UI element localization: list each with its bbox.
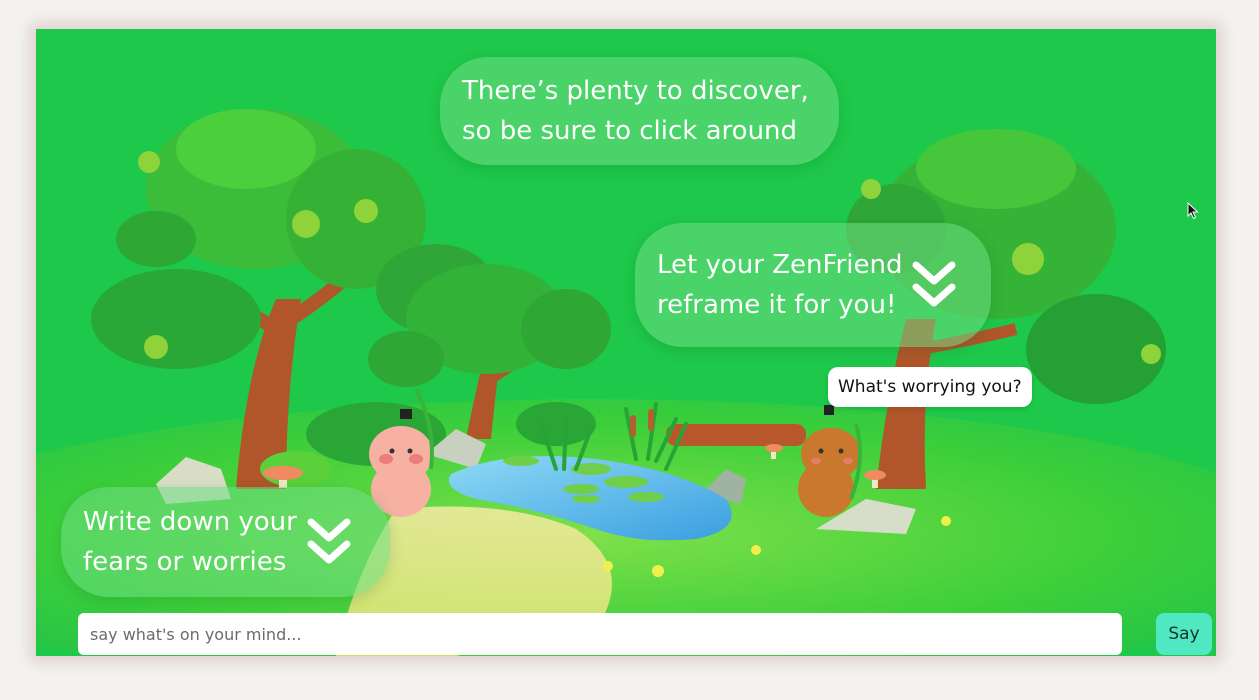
double-chevron-down-icon: [307, 518, 351, 564]
hint-text: reframe it for you!: [657, 290, 897, 320]
message-input[interactable]: [78, 613, 1122, 655]
app-window: There’s plenty to discover, so be sure t…: [36, 29, 1216, 656]
bush: [516, 402, 596, 446]
say-button[interactable]: Say: [1156, 613, 1212, 655]
hint-text: There’s plenty to discover,: [462, 76, 809, 106]
hint-bubble-reframe: Let your ZenFriend reframe it for you!: [635, 223, 991, 347]
hint-text: Let your ZenFriend: [657, 250, 903, 280]
hint-bubble-write: Write down your fears or worries: [61, 487, 390, 597]
hint-text: so be sure to click around: [462, 116, 798, 146]
hint-text: Write down your: [83, 507, 297, 537]
hint-bubble-discover: There’s plenty to discover, so be sure t…: [440, 57, 839, 165]
hint-text: fears or worries: [83, 547, 287, 577]
mouse-cursor-icon: [1187, 202, 1199, 220]
character-speech-bubble: What's worrying you?: [828, 367, 1032, 407]
log: [666, 424, 806, 446]
double-chevron-down-icon: [912, 261, 956, 307]
